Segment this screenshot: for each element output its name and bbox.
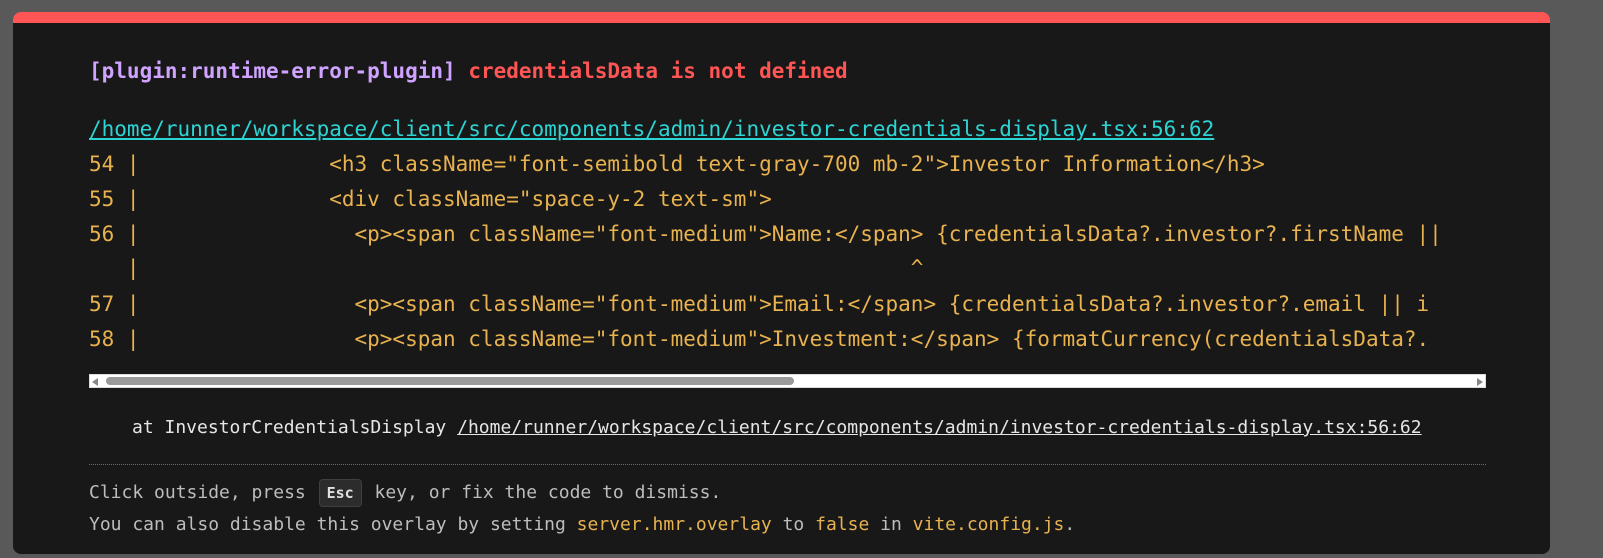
scroll-right-arrow-icon[interactable]	[1477, 378, 1483, 386]
error-text: credentialsData is not defined	[468, 59, 848, 83]
tip-text: .	[1064, 514, 1076, 535]
stack-prefix: at InvestorCredentialsDisplay	[132, 417, 458, 438]
tip-text: key, or fix the code to dismiss.	[363, 482, 722, 503]
stack-file-link[interactable]: /home/runner/workspace/client/src/compon…	[457, 417, 1422, 438]
code-line: 55 | <div className="space-y-2 text-sm">	[89, 187, 772, 211]
tip-text: Click outside, press	[89, 482, 317, 503]
code-line: 56 | <p><span className="font-medium">Na…	[89, 222, 1442, 246]
config-file: vite.config.js	[912, 514, 1065, 535]
horizontal-scrollbar[interactable]	[89, 374, 1486, 388]
esc-key-badge: Esc	[318, 479, 362, 507]
plugin-name: [plugin:runtime-error-plugin]	[89, 59, 456, 83]
code-line-caret: | ^	[89, 256, 924, 280]
scrollbar-thumb[interactable]	[106, 377, 794, 385]
scroll-left-arrow-icon[interactable]	[92, 378, 98, 386]
code-line: 54 | <h3 className="font-semibold text-g…	[89, 152, 1265, 176]
dismiss-tip: Click outside, press Esc key, or fix the…	[89, 479, 721, 507]
tip-text: to	[771, 514, 816, 535]
code-frame: 54 | <h3 className="font-semibold text-g…	[89, 150, 1486, 373]
divider	[89, 464, 1486, 465]
error-overlay: [plugin:runtime-error-plugin] credential…	[13, 12, 1550, 554]
code-line: 58 | <p><span className="font-medium">In…	[89, 327, 1430, 351]
error-file-link[interactable]: /home/runner/workspace/client/src/compon…	[89, 115, 1214, 143]
error-message: [plugin:runtime-error-plugin] credential…	[89, 57, 848, 85]
code-line: 57 | <p><span className="font-medium">Em…	[89, 292, 1430, 316]
config-key: server.hmr.overlay	[576, 514, 772, 535]
tip-text: in	[869, 514, 913, 535]
tip-text: You can also disable this overlay by set…	[89, 514, 577, 535]
stack-trace: at InvestorCredentialsDisplay /home/runn…	[132, 416, 1422, 440]
config-value: false	[815, 514, 870, 535]
disable-overlay-tip: You can also disable this overlay by set…	[89, 513, 1075, 537]
